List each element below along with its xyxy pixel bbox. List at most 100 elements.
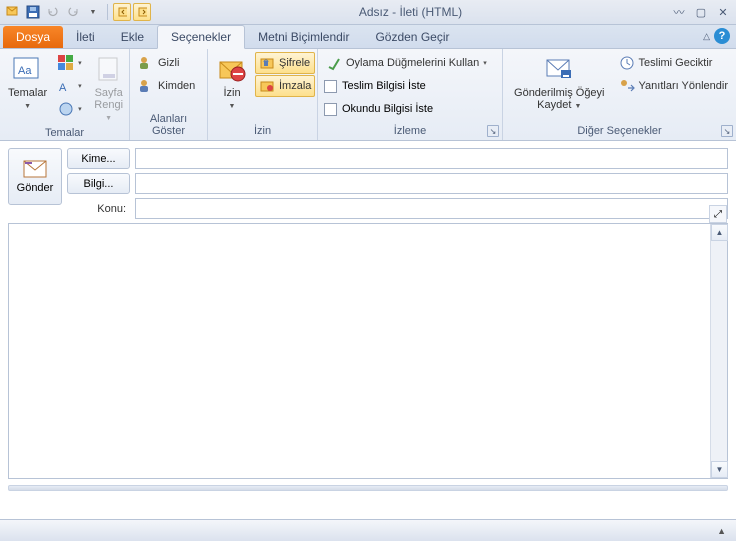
minimize-ribbon-icon[interactable]: △ — [703, 31, 710, 42]
minimize-button[interactable]: 〰 — [670, 5, 688, 19]
encrypt-icon — [259, 55, 275, 71]
voting-label: Oylama Düğmelerini Kullan — [346, 57, 479, 69]
read-receipt-checkbox[interactable] — [324, 103, 337, 116]
group-show-fields: Gizli Kimden Alanları Göster — [130, 49, 208, 140]
group-tracking-label: İzleme — [322, 123, 498, 140]
tab-options[interactable]: Seçenekler — [157, 25, 245, 49]
window-controls: 〰 ▢ ✕ — [670, 5, 732, 19]
tab-format-text[interactable]: Metni Biçimlendir — [245, 26, 362, 48]
qat-next-item-icon[interactable] — [133, 3, 151, 21]
sign-button[interactable]: İmzala — [255, 75, 315, 97]
themes-icon: Aa — [12, 54, 44, 86]
tab-file[interactable]: Dosya — [3, 26, 63, 48]
group-permission-label: İzin — [212, 123, 313, 140]
group-themes-label: Temalar — [4, 125, 125, 142]
people-pane-divider[interactable] — [8, 485, 728, 491]
encrypt-label: Şifrele — [279, 57, 310, 69]
direct-icon — [619, 78, 635, 94]
collapse-header-icon[interactable]: ⤢ — [709, 205, 727, 223]
vertical-scrollbar[interactable]: ▲ ▼ — [710, 224, 727, 478]
qat-prev-item-icon[interactable] — [113, 3, 131, 21]
compose-header: Gönder Kime... Bilgi... Konu: — [0, 141, 736, 223]
effects-button[interactable]: ▾ — [54, 98, 86, 120]
permission-label: İzin — [223, 87, 240, 99]
bcc-label: Gizli — [158, 57, 179, 69]
qat-undo-icon[interactable] — [44, 3, 62, 21]
themes-label: Temalar — [8, 87, 47, 99]
fonts-icon: A — [58, 78, 74, 94]
from-icon — [138, 78, 154, 94]
to-input[interactable] — [135, 148, 728, 169]
send-icon — [23, 160, 47, 178]
message-body-wrap: ⤢ ▲ ▼ — [8, 223, 728, 479]
send-label: Gönder — [17, 182, 54, 194]
qat-save-icon[interactable] — [24, 3, 42, 21]
qat-dropdown-icon[interactable]: ▼ — [84, 3, 102, 21]
maximize-button[interactable]: ▢ — [692, 5, 710, 19]
close-button[interactable]: ✕ — [714, 5, 732, 19]
tab-message[interactable]: İleti — [63, 26, 108, 48]
to-button[interactable]: Kime... — [67, 148, 130, 169]
group-permission: İzin▼ Şifrele İmzala İzin — [208, 49, 318, 140]
cc-input[interactable] — [135, 173, 728, 194]
help-icon[interactable]: ? — [714, 28, 730, 44]
themes-button[interactable]: Aa Temalar▼ — [4, 52, 51, 113]
delay-label: Teslimi Geciktir — [639, 57, 713, 69]
direct-label: Yanıtları Yönlendir — [639, 80, 728, 92]
colors-button[interactable]: ▾ — [54, 52, 86, 74]
tab-review[interactable]: Gözden Geçir — [362, 26, 462, 48]
voting-icon — [326, 55, 342, 71]
group-themes: Aa Temalar▼ ▾ A▾ ▾ Sayfa Rengi▼ Temalar — [0, 49, 130, 140]
group-more-options: Gönderilmiş Öğeyi Kaydet ▼ Teslimi Gecik… — [503, 49, 736, 140]
delivery-receipt-checkbox[interactable] — [324, 80, 337, 93]
message-body[interactable] — [9, 224, 710, 478]
voting-buttons-button[interactable]: Oylama Düğmelerini Kullan ▾ — [322, 52, 498, 74]
delivery-receipt-label: Teslim Bilgisi İste — [342, 80, 426, 92]
scroll-down-icon[interactable]: ▼ — [711, 461, 728, 478]
scroll-up-icon[interactable]: ▲ — [711, 224, 728, 241]
group-tracking: Oylama Düğmelerini Kullan ▾ Teslim Bilgi… — [318, 49, 503, 140]
qat-separator — [107, 4, 108, 20]
group-more-options-label: Diğer Seçenekler — [507, 123, 732, 140]
delay-delivery-button[interactable]: Teslimi Geciktir — [615, 52, 732, 74]
status-bar: ▲ — [0, 519, 736, 541]
delivery-receipt-row: Teslim Bilgisi İste — [322, 75, 498, 97]
subject-input[interactable] — [135, 198, 728, 219]
tracking-launcher-icon[interactable]: ↘ — [487, 125, 499, 137]
bcc-button[interactable]: Gizli — [134, 52, 199, 74]
subject-label: Konu: — [67, 203, 130, 215]
encrypt-button[interactable]: Şifrele — [255, 52, 315, 74]
group-show-fields-label: Alanları Göster — [134, 111, 203, 140]
people-pane-toggle-icon[interactable]: ▲ — [717, 526, 726, 536]
from-label: Kimden — [158, 80, 195, 92]
send-button[interactable]: Gönder — [8, 148, 62, 205]
tab-insert[interactable]: Ekle — [108, 26, 157, 48]
qat-outlook-icon[interactable] — [4, 3, 22, 21]
sign-icon — [259, 78, 275, 94]
permission-icon — [216, 54, 248, 86]
qat-redo-icon[interactable] — [64, 3, 82, 21]
quick-access-toolbar: ▼ — [4, 3, 151, 21]
direct-replies-button[interactable]: Yanıtları Yönlendir — [615, 75, 732, 97]
effects-icon — [58, 101, 74, 117]
cc-button[interactable]: Bilgi... — [67, 173, 130, 194]
page-color-icon — [93, 54, 125, 86]
save-sent-label: Gönderilmiş Öğeyi Kaydet — [514, 87, 604, 111]
window-title: Adsız - İleti (HTML) — [151, 5, 670, 19]
ribbon-tabs: Dosya İleti Ekle Seçenekler Metni Biçiml… — [0, 25, 736, 49]
sign-label: İmzala — [279, 80, 311, 92]
from-button[interactable]: Kimden — [134, 75, 199, 97]
page-color-label: Sayfa Rengi — [94, 87, 123, 111]
ribbon: Aa Temalar▼ ▾ A▾ ▾ Sayfa Rengi▼ Temalar … — [0, 49, 736, 141]
read-receipt-label: Okundu Bilgisi İste — [342, 103, 433, 115]
delay-icon — [619, 55, 635, 71]
more-options-launcher-icon[interactable]: ↘ — [721, 125, 733, 137]
title-bar: ▼ Adsız - İleti (HTML) 〰 ▢ ✕ — [0, 0, 736, 25]
bcc-icon — [138, 55, 154, 71]
fonts-button[interactable]: A▾ — [54, 75, 86, 97]
page-color-button[interactable]: Sayfa Rengi▼ — [89, 52, 129, 125]
svg-text:A: A — [59, 82, 67, 94]
permission-button[interactable]: İzin▼ — [212, 52, 252, 113]
save-sent-icon — [543, 54, 575, 86]
save-sent-button[interactable]: Gönderilmiş Öğeyi Kaydet ▼ — [507, 52, 612, 113]
